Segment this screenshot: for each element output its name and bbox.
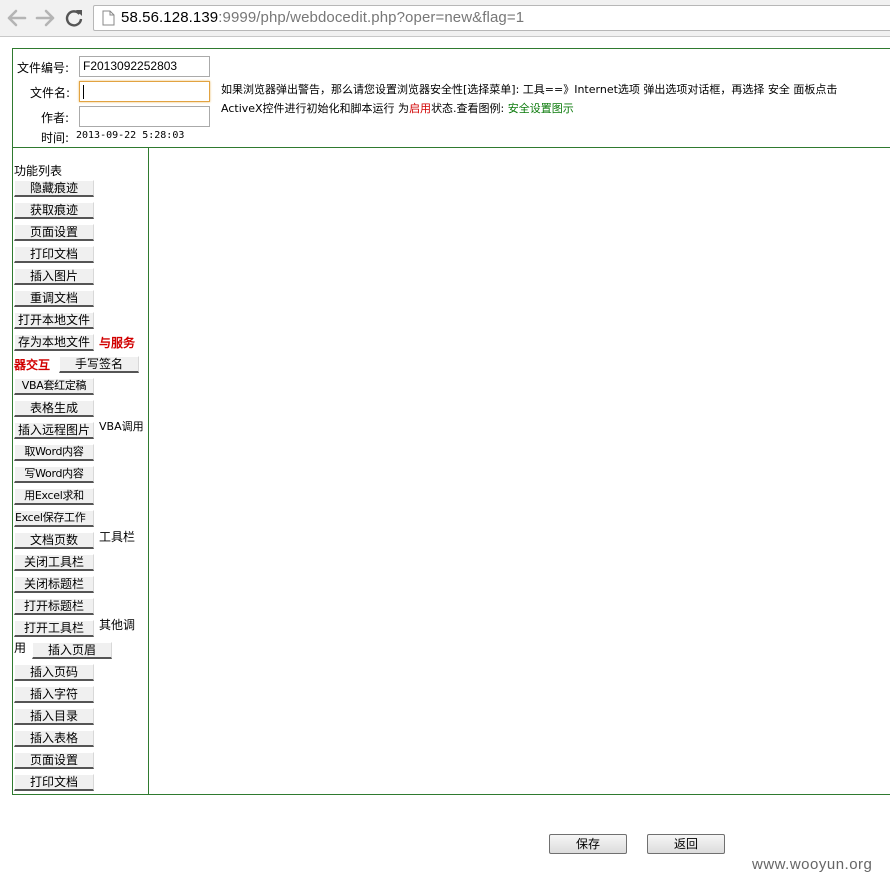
author-field[interactable] — [79, 106, 210, 127]
notice-text-a: ActiveX控件进行初始化和脚本运行 为 — [221, 102, 410, 115]
notice-enabled: 启用 — [409, 102, 432, 115]
excel-save-button[interactable]: Excel保存工作 — [14, 510, 94, 527]
page-setup-button[interactable]: 页面设置 — [14, 224, 94, 241]
write-word-content-button[interactable]: 写Word内容 — [14, 466, 94, 483]
save-local-file-button[interactable]: 存为本地文件 — [14, 334, 94, 351]
doc-no-field[interactable]: F2013092252803 — [79, 56, 210, 77]
server-group-label-a: 与服务 — [99, 336, 136, 350]
other-group-label-a: 其他调 — [99, 618, 136, 632]
open-local-file-button[interactable]: 打开本地文件 — [14, 312, 94, 329]
get-trace-button[interactable]: 获取痕迹 — [14, 202, 94, 219]
insert-page-number-button[interactable]: 插入页码 — [14, 664, 94, 681]
close-toolbar-button[interactable]: 关闭工具栏 — [14, 554, 94, 571]
save-button[interactable]: 保存 — [549, 834, 627, 854]
handwritten-signature-button[interactable]: 手写签名 — [59, 356, 139, 373]
time-label: 时间: — [41, 131, 70, 145]
function-list-title: 功能列表 — [14, 164, 63, 178]
table-generate-button[interactable]: 表格生成 — [14, 400, 94, 417]
notice-line-1: 如果浏览器弹出警告，那么请您设置浏览器安全性[选择菜单]: 工具==》Inter… — [221, 83, 838, 96]
insert-character-button[interactable]: 插入字符 — [14, 686, 94, 703]
reload-icon[interactable] — [63, 7, 85, 29]
print-document-button-2[interactable]: 打印文档 — [14, 774, 94, 791]
back-button[interactable]: 返回 — [647, 834, 725, 854]
doc-no-label: 文件编号: — [17, 61, 70, 75]
notice-text-b: 状态.查看图例: — [431, 102, 508, 115]
hide-trace-button[interactable]: 隐藏痕迹 — [14, 180, 94, 197]
insert-table-button[interactable]: 插入表格 — [14, 730, 94, 747]
insert-header-button[interactable]: 插入页眉 — [32, 642, 112, 659]
insert-toc-button[interactable]: 插入目录 — [14, 708, 94, 725]
doc-name-label: 文件名: — [30, 86, 71, 100]
url-text: 58.56.128.139:9999/php/webdocedit.php?op… — [121, 9, 525, 26]
excel-sum-button[interactable]: 用Excel求和 — [14, 488, 94, 505]
open-toolbar-button[interactable]: 打开工具栏 — [14, 620, 94, 637]
print-document-button[interactable]: 打印文档 — [14, 246, 94, 263]
get-word-content-button[interactable]: 取Word内容 — [14, 444, 94, 461]
toolbar-group-label: 工具栏 — [99, 530, 136, 544]
address-bar[interactable]: 58.56.128.139:9999/php/webdocedit.php?op… — [93, 5, 890, 31]
watermark: www.wooyun.org — [752, 856, 873, 873]
forward-icon[interactable] — [34, 7, 56, 29]
doc-name-field[interactable] — [79, 81, 210, 102]
other-group-label-b: 用 — [14, 641, 27, 655]
back-icon[interactable] — [6, 7, 28, 29]
document-editor-area[interactable] — [149, 149, 890, 794]
reload-document-button[interactable]: 重调文档 — [14, 290, 94, 307]
page-icon — [102, 10, 115, 29]
author-label: 作者: — [41, 111, 70, 125]
browser-toolbar: 58.56.128.139:9999/php/webdocedit.php?op… — [0, 0, 890, 37]
vba-red-header-button[interactable]: VBA套红定稿 — [14, 378, 94, 395]
text-caret — [83, 85, 84, 99]
insert-remote-image-button[interactable]: 插入远程图片 — [14, 422, 94, 439]
security-settings-link[interactable]: 安全设置图示 — [508, 102, 574, 115]
page-count-button[interactable]: 文档页数 — [14, 532, 94, 549]
server-group-label-b: 器交互 — [14, 358, 51, 372]
insert-image-button[interactable]: 插入图片 — [14, 268, 94, 285]
notice-line-2: ActiveX控件进行初始化和脚本运行 为启用状态.查看图例: 安全设置图示 — [221, 99, 890, 118]
security-notice: 如果浏览器弹出警告，那么请您设置浏览器安全性[选择菜单]: 工具==》Inter… — [221, 80, 890, 118]
open-titlebar-button[interactable]: 打开标题栏 — [14, 598, 94, 615]
close-titlebar-button[interactable]: 关闭标题栏 — [14, 576, 94, 593]
vba-group-label: VBA调用 — [99, 420, 144, 433]
time-value: 2013-09-22 5:28:03 — [76, 130, 185, 141]
page-setup-button-2[interactable]: 页面设置 — [14, 752, 94, 769]
